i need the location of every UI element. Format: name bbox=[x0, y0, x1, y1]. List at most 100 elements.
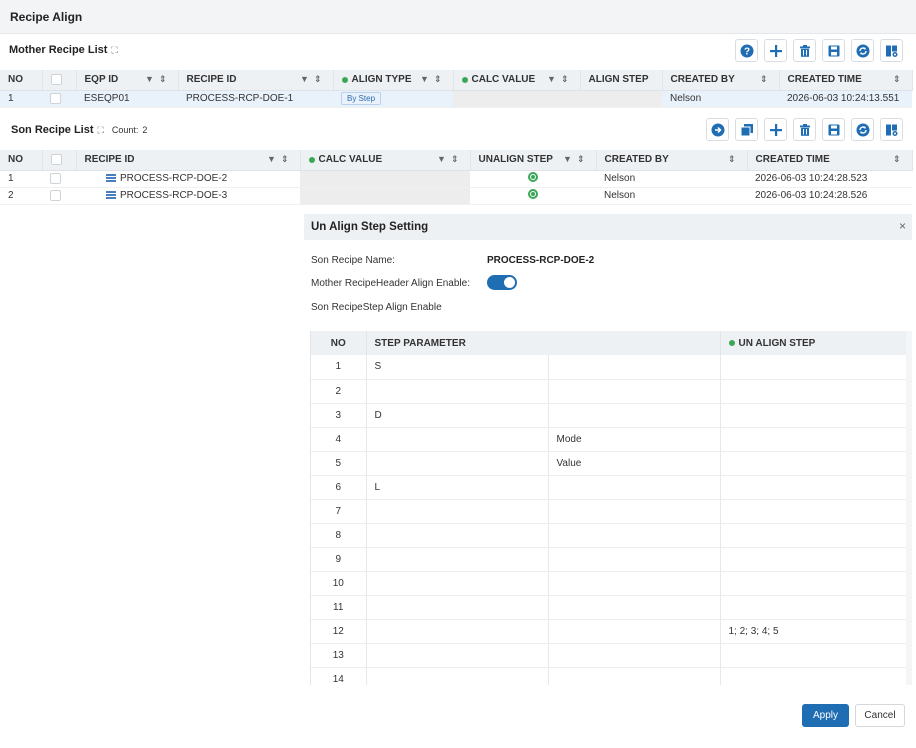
fullscreen-icon[interactable]: ⛶ bbox=[111, 45, 117, 56]
unalign-step-edit-icon[interactable] bbox=[528, 172, 538, 182]
step-row[interactable]: 14 bbox=[311, 667, 908, 685]
col-calc-value[interactable]: CALC VALUE ▼⇕ bbox=[300, 150, 471, 171]
col-no[interactable]: NO bbox=[311, 331, 367, 355]
col-unalign-step[interactable]: UN ALIGN STEP bbox=[720, 331, 908, 355]
filter-sort-icon[interactable]: ▼⇕ bbox=[420, 74, 446, 85]
help-button[interactable]: ? bbox=[735, 39, 758, 62]
filter-sort-icon[interactable]: ▼⇕ bbox=[267, 154, 293, 165]
add-button[interactable] bbox=[764, 118, 787, 141]
steps-scrollbar[interactable] bbox=[906, 331, 912, 685]
sort-icon[interactable]: ⇕ bbox=[760, 74, 773, 85]
row-checkbox[interactable] bbox=[50, 189, 61, 201]
filter-sort-icon[interactable]: ▼⇕ bbox=[547, 74, 573, 85]
step-row[interactable]: 6L bbox=[311, 475, 908, 500]
cell-unalign-step[interactable] bbox=[720, 355, 908, 380]
fullscreen-icon[interactable]: ⛶ bbox=[98, 125, 104, 136]
col-no[interactable]: NO bbox=[0, 70, 43, 91]
cell-unalign-step[interactable] bbox=[720, 475, 908, 500]
copy-button[interactable] bbox=[735, 118, 758, 141]
delete-button[interactable] bbox=[793, 39, 816, 62]
save-icon bbox=[828, 45, 839, 56]
cell-unalign-step[interactable] bbox=[720, 595, 908, 620]
step-row[interactable]: 2 bbox=[311, 379, 908, 404]
cell-align-step[interactable] bbox=[580, 90, 662, 108]
cell-unalign-step[interactable] bbox=[720, 379, 908, 404]
cell-unalign-step[interactable] bbox=[720, 499, 908, 524]
sort-icon[interactable]: ⇕ bbox=[728, 154, 741, 165]
unalign-step-edit-icon[interactable] bbox=[528, 189, 538, 199]
close-icon[interactable]: × bbox=[899, 219, 906, 233]
col-created-by[interactable]: CREATED BY ⇕ bbox=[662, 70, 780, 91]
step-row[interactable]: 3D bbox=[311, 403, 908, 428]
step-row[interactable]: 7 bbox=[311, 499, 908, 524]
step-row[interactable]: 10 bbox=[311, 571, 908, 596]
filter-sort-icon[interactable]: ▼⇕ bbox=[145, 74, 171, 85]
col-created-time[interactable]: CREATED TIME ⇕ bbox=[747, 150, 913, 171]
row-checkbox[interactable] bbox=[50, 172, 61, 184]
col-select-all[interactable] bbox=[42, 70, 77, 91]
cell-unalign-step[interactable] bbox=[720, 571, 908, 596]
column-settings-button[interactable] bbox=[880, 39, 903, 62]
col-created-time[interactable]: CREATED TIME ⇕ bbox=[779, 70, 913, 91]
save-button[interactable] bbox=[822, 39, 845, 62]
step-row[interactable]: 8 bbox=[311, 523, 908, 548]
cell-unalign-step[interactable] bbox=[720, 427, 908, 452]
col-select-all[interactable] bbox=[42, 150, 77, 171]
cell-unalign-step[interactable] bbox=[720, 643, 908, 668]
cell-calc-value[interactable] bbox=[300, 170, 470, 188]
step-row[interactable]: 9 bbox=[311, 547, 908, 572]
import-icon bbox=[711, 123, 724, 136]
col-step-parameter[interactable]: STEP PARAMETER bbox=[366, 331, 721, 355]
table-row[interactable]: 2 PROCESS-RCP-DOE-3 Nelson 2026-06-03 10… bbox=[0, 187, 912, 205]
cell-unalign-step[interactable] bbox=[720, 547, 908, 572]
column-settings-button[interactable] bbox=[880, 118, 903, 141]
cell-unalign-step[interactable] bbox=[720, 403, 908, 428]
add-button[interactable] bbox=[764, 39, 787, 62]
step-row[interactable]: 5 Value bbox=[311, 451, 908, 476]
select-all-checkbox[interactable] bbox=[50, 74, 62, 86]
save-button[interactable] bbox=[822, 118, 845, 141]
col-unalign-step[interactable]: UNALIGN STEP ▼⇕ bbox=[470, 150, 597, 171]
select-all-checkbox[interactable] bbox=[50, 154, 62, 166]
align-type-badge[interactable]: By Step bbox=[341, 92, 382, 105]
col-no[interactable]: NO bbox=[0, 150, 43, 171]
cell-unalign-step[interactable] bbox=[720, 667, 908, 685]
col-align-step[interactable]: ALIGN STEP bbox=[580, 70, 663, 91]
col-calc-value[interactable]: CALC VALUE ▼⇕ bbox=[453, 70, 581, 91]
unalign-step-dialog: Un Align Step Setting × Son Recipe Name:… bbox=[304, 214, 912, 744]
filter-sort-icon[interactable]: ▼⇕ bbox=[300, 74, 326, 85]
apply-button[interactable]: Apply bbox=[802, 704, 849, 727]
sort-icon[interactable]: ⇕ bbox=[893, 154, 906, 165]
import-button[interactable] bbox=[706, 118, 729, 141]
refresh-button[interactable] bbox=[851, 118, 874, 141]
add-icon bbox=[769, 123, 782, 136]
step-row[interactable]: 11 bbox=[311, 595, 908, 620]
col-recipe-id[interactable]: RECIPE ID ▼⇕ bbox=[178, 70, 334, 91]
col-align-type[interactable]: ALIGN TYPE ▼⇕ bbox=[333, 70, 454, 91]
step-row[interactable]: 1S bbox=[311, 355, 908, 380]
filter-sort-icon[interactable]: ▼⇕ bbox=[563, 154, 589, 165]
delete-button[interactable] bbox=[793, 118, 816, 141]
cancel-button[interactable]: Cancel bbox=[855, 704, 905, 727]
filter-sort-icon[interactable]: ▼⇕ bbox=[437, 154, 463, 165]
step-row[interactable]: 4 Mode bbox=[311, 427, 908, 452]
table-row[interactable]: 1 PROCESS-RCP-DOE-2 Nelson 2026-06-03 10… bbox=[0, 170, 912, 188]
refresh-button[interactable] bbox=[851, 39, 874, 62]
header-align-toggle[interactable] bbox=[487, 275, 517, 290]
col-eqp-id[interactable]: EQP ID ▼⇕ bbox=[76, 70, 179, 91]
step-row[interactable]: 12 1; 2; 3; 4; 5 bbox=[311, 619, 908, 644]
cell-unalign-step[interactable]: 1; 2; 3; 4; 5 bbox=[720, 619, 908, 644]
cell-created-time: 2026-06-03 10:24:28.523 bbox=[747, 170, 912, 188]
header-align-label: Mother RecipeHeader Align Enable: bbox=[311, 278, 470, 289]
cell-unalign-step[interactable] bbox=[720, 451, 908, 476]
cell-calc-value[interactable] bbox=[453, 90, 580, 108]
col-created-by[interactable]: CREATED BY ⇕ bbox=[596, 150, 748, 171]
col-recipe-id[interactable]: RECIPE ID ▼⇕ bbox=[76, 150, 301, 171]
row-checkbox[interactable] bbox=[50, 92, 61, 104]
step-row[interactable]: 13 bbox=[311, 643, 908, 668]
table-row[interactable]: 1 ESEQP01 PROCESS-RCP-DOE-1 By Step Nels… bbox=[0, 90, 912, 108]
cell-calc-value[interactable] bbox=[300, 187, 470, 205]
sort-icon[interactable]: ⇕ bbox=[893, 74, 906, 85]
cell-unalign-step[interactable] bbox=[720, 523, 908, 548]
column-settings-icon bbox=[885, 45, 897, 57]
